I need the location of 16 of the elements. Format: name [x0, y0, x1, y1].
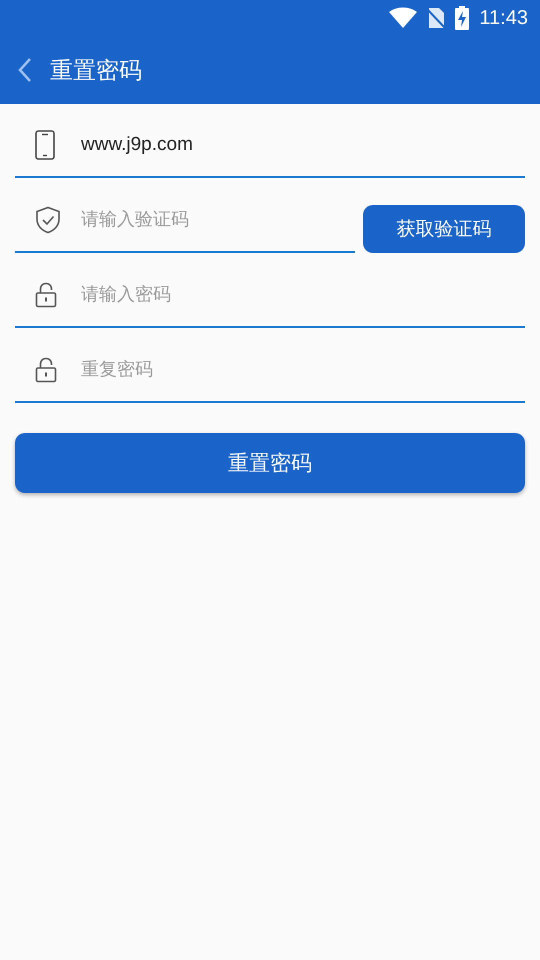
input-field[interactable]: 重复密码 — [81, 358, 525, 380]
status-time: 11:43 — [479, 6, 528, 30]
wifi-icon — [389, 7, 418, 29]
shield-check-icon — [35, 206, 61, 234]
back-button[interactable] — [18, 57, 32, 83]
input-field[interactable]: www.j9p.com — [81, 134, 525, 156]
input-field[interactable]: 请输入验证码 — [81, 208, 355, 230]
no-sim-icon — [427, 7, 446, 29]
get-code-button[interactable]: 获取验证码 — [363, 205, 525, 253]
page-title: 重置密码 — [50, 56, 142, 86]
reset-password-button[interactable]: 重置密码 — [15, 433, 525, 493]
lock-icon — [35, 356, 57, 382]
battery-charging-icon — [455, 6, 470, 30]
input-field[interactable]: 请输入密码 — [81, 284, 525, 306]
phone-icon — [35, 130, 55, 160]
lock-icon — [35, 282, 57, 308]
